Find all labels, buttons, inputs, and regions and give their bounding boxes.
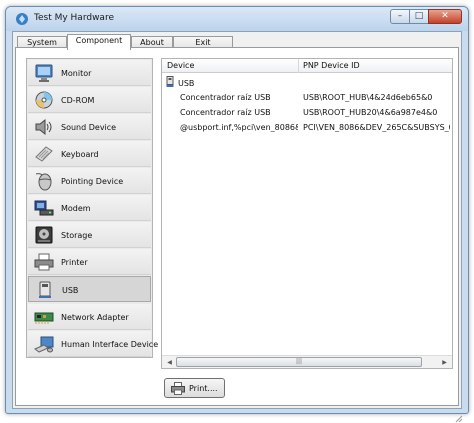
hard-disk-icon	[35, 226, 53, 244]
modem-icon	[34, 200, 54, 216]
table-row[interactable]: Concentrador raíz USB USB\ROOT_HUB\4&24d…	[162, 91, 452, 105]
component-sidebar: Monitor CD-ROM Sound Device Keyboard Poi…	[26, 58, 158, 358]
sidebar-item-label: Modem	[61, 204, 91, 213]
sidebar-item-keyboard[interactable]: Keyboard	[28, 141, 151, 167]
sidebar-item-printer[interactable]: Printer	[28, 249, 151, 275]
column-header-device[interactable]: Device	[167, 61, 194, 70]
sidebar-item-label: Sound Device	[61, 123, 117, 132]
app-logo-icon	[16, 13, 28, 25]
monitor-icon	[35, 64, 53, 82]
scroll-thumb[interactable]: |||	[176, 357, 422, 367]
list-header: Device PNP Device ID	[162, 59, 452, 73]
pnp-id-cell: USB\ROOT_HUB20\4&6a987e4&0	[303, 108, 438, 117]
sidebar-item-sound-device[interactable]: Sound Device	[28, 114, 151, 140]
sidebar-item-label: Pointing Device	[61, 177, 124, 186]
pnp-id-cell: PCI\VEN_8086&DEV_265C&SUBSYS_00000000&	[303, 123, 450, 132]
sidebar-item-monitor[interactable]: Monitor	[28, 60, 151, 86]
print-button-label: Print....	[189, 384, 218, 393]
usb-device-icon	[166, 76, 174, 87]
hid-icon	[34, 336, 54, 353]
sidebar-item-label: USB	[62, 286, 79, 295]
device-name-cell: @usbport.inf,%pci\ven_8086&d...	[180, 123, 298, 132]
horizontal-scrollbar[interactable]: ◀ ||| ▶	[162, 355, 452, 368]
device-list[interactable]: Device PNP Device ID USB Concentrador ra…	[161, 58, 453, 369]
close-button[interactable]: ✕	[428, 9, 462, 24]
tab-component[interactable]: Component	[67, 34, 131, 50]
maximize-button[interactable]: □	[409, 9, 429, 24]
sidebar-item-pointing-device[interactable]: Pointing Device	[28, 168, 151, 194]
speaker-icon	[35, 118, 52, 136]
pnp-id-cell: USB\ROOT_HUB\4&24d6eb65&0	[303, 93, 433, 102]
keyboard-icon	[35, 146, 53, 162]
cd-rom-icon	[35, 91, 53, 109]
column-header-pnp-device-id[interactable]: PNP Device ID	[303, 61, 360, 70]
sidebar-item-human-interface-device[interactable]: Human Interface Device	[28, 331, 158, 357]
sidebar-item-cd-rom[interactable]: CD-ROM	[28, 87, 151, 113]
list-group-label: USB	[178, 79, 195, 88]
printer-icon	[171, 382, 185, 395]
usb-icon	[39, 281, 51, 298]
sidebar-item-network-adapter[interactable]: Network Adapter	[28, 304, 151, 330]
sidebar-item-label: Monitor	[61, 69, 92, 78]
sidebar-item-label: Keyboard	[61, 150, 99, 159]
sidebar-item-usb[interactable]: USB	[28, 276, 151, 302]
table-row[interactable]: @usbport.inf,%pci\ven_8086&d... PCI\VEN_…	[162, 121, 452, 135]
table-row[interactable]: Concentrador raíz USB USB\ROOT_HUB20\4&6…	[162, 106, 452, 120]
client-area: System Component About Exit Monitor CD-R…	[12, 31, 463, 423]
minimize-button[interactable]: –	[390, 9, 410, 24]
column-divider[interactable]	[298, 59, 299, 73]
print-button[interactable]: Print....	[164, 378, 225, 398]
sidebar-item-storage[interactable]: Storage	[28, 222, 151, 248]
mouse-icon	[35, 173, 52, 191]
scroll-right-button[interactable]: ▶	[438, 357, 451, 368]
window-title: Test My Hardware	[34, 13, 114, 23]
title-bar[interactable]: Test My Hardware – □ ✕	[6, 7, 468, 31]
network-card-icon	[34, 312, 54, 324]
component-panel: Monitor CD-ROM Sound Device Keyboard Poi…	[15, 47, 463, 423]
sidebar-item-label: Printer	[61, 258, 88, 267]
device-name-cell: Concentrador raíz USB	[180, 93, 271, 102]
app-window: Test My Hardware – □ ✕ System Component …	[5, 6, 469, 423]
printer-icon	[34, 253, 54, 271]
sidebar-item-label: CD-ROM	[61, 96, 95, 105]
device-name-cell: Concentrador raíz USB	[180, 108, 271, 117]
sidebar-item-label: Human Interface Device	[61, 340, 159, 349]
sidebar-item-modem[interactable]: Modem	[28, 195, 151, 221]
scroll-left-button[interactable]: ◀	[163, 357, 176, 368]
sidebar-item-label: Network Adapter	[61, 313, 129, 322]
sidebar-item-label: Storage	[61, 231, 93, 240]
